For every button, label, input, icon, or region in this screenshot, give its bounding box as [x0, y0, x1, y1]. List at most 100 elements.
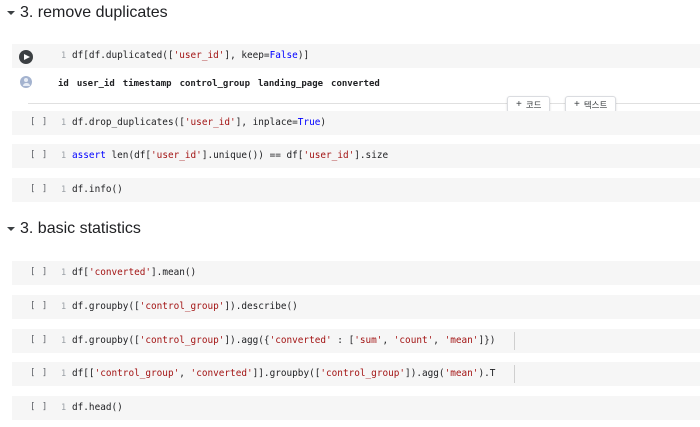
- column-header: control_group: [179, 79, 251, 89]
- code-token: df[: [72, 267, 89, 278]
- code-token: ): [320, 117, 327, 128]
- line-number: 1: [61, 185, 67, 195]
- code-string-token: 'control_group': [139, 301, 225, 312]
- code-string-token: 'user_id': [303, 150, 355, 161]
- cell-code[interactable]: df[df.duplicated(['user_id'], keep=False…: [72, 50, 309, 61]
- code-token: df.info(): [72, 184, 123, 195]
- section-heading-basic-statistics[interactable]: 3. basic statistics: [0, 220, 141, 238]
- add-text-label: 텍스트: [583, 99, 608, 110]
- code-string-token: 'sum': [354, 335, 383, 346]
- code-token: ].unique()) == df[: [201, 150, 304, 161]
- line-number: 1: [61, 369, 67, 379]
- code-string-token: 'control_group': [320, 368, 406, 379]
- code-token: len(df[: [105, 150, 152, 161]
- code-token: )]: [297, 50, 310, 61]
- column-header: user_id: [76, 79, 115, 89]
- code-token: ,: [382, 335, 394, 346]
- cell-code[interactable]: df.head(): [72, 402, 123, 413]
- code-string-token: 'mean': [444, 368, 479, 379]
- code-token: df[[: [72, 368, 95, 379]
- run-cell-icon[interactable]: [19, 50, 33, 64]
- code-cell[interactable]: [ ] 1 df['converted'].mean(): [12, 261, 700, 285]
- code-token: df[df.duplicated([: [72, 50, 174, 61]
- output-table-header: id user_id timestamp control_group landi…: [58, 79, 380, 89]
- code-token: df.groupby([: [72, 335, 140, 346]
- code-cell[interactable]: 1 df[df.duplicated(['user_id'], keep=Fal…: [12, 44, 700, 68]
- code-cell[interactable]: [ ] 1 assert len(df['user_id'].unique())…: [12, 144, 700, 168]
- code-string-token: 'control_group': [94, 368, 180, 379]
- code-string-token: 'count': [393, 335, 434, 346]
- section-title: 3. remove duplicates: [20, 4, 168, 21]
- line-number: 1: [61, 302, 67, 312]
- plus-icon: +: [516, 99, 522, 110]
- cell-code[interactable]: df.groupby(['control_group']).agg({'conv…: [72, 335, 495, 346]
- plus-icon: +: [574, 99, 580, 110]
- cell-run-prompt[interactable]: [ ]: [30, 184, 48, 194]
- cell-run-prompt[interactable]: [ ]: [30, 301, 48, 311]
- cell-code[interactable]: df['converted'].mean(): [72, 267, 196, 278]
- code-token: ,: [179, 368, 191, 379]
- line-number: 1: [61, 336, 67, 346]
- section-heading-remove-duplicates[interactable]: 3. remove duplicates: [0, 4, 168, 22]
- code-string-token: 'user_id': [184, 117, 236, 128]
- code-string-token: 'converted': [88, 267, 152, 278]
- code-string-token: 'user_id': [151, 150, 202, 161]
- section-title: 3. basic statistics: [20, 220, 141, 237]
- line-number: 1: [61, 51, 67, 61]
- code-keyword-token: False: [269, 50, 298, 61]
- cell-run-prompt[interactable]: [ ]: [30, 368, 48, 378]
- caret-down-icon[interactable]: [2, 220, 20, 238]
- code-cell[interactable]: [ ] 1 df[['control_group', 'converted']]…: [12, 362, 700, 386]
- code-string-token: 'mean': [444, 335, 479, 346]
- code-token: ].size: [354, 150, 389, 161]
- cell-run-prompt[interactable]: [ ]: [30, 117, 48, 127]
- output-avatar-icon: [20, 76, 32, 88]
- line-number: 1: [61, 118, 67, 128]
- column-header: converted: [331, 79, 380, 89]
- code-cell[interactable]: [ ] 1 df.groupby(['control_group']).desc…: [12, 295, 700, 319]
- cell-code[interactable]: df.drop_duplicates(['user_id'], inplace=…: [72, 117, 326, 128]
- code-token: ]].groupby([: [252, 368, 321, 379]
- code-cell[interactable]: [ ] 1 df.info(): [12, 178, 700, 202]
- code-token: df.drop_duplicates([: [72, 117, 185, 128]
- editor-ruler: [514, 332, 515, 350]
- code-string-token: 'control_group': [139, 335, 225, 346]
- code-token: ).T: [478, 368, 496, 379]
- code-keyword-token: True: [297, 117, 321, 128]
- add-code-label: 코드: [525, 99, 542, 110]
- cell-code[interactable]: df.info(): [72, 184, 123, 195]
- code-cell[interactable]: [ ] 1 df.drop_duplicates(['user_id'], in…: [12, 111, 700, 135]
- cell-run-prompt[interactable]: [ ]: [30, 335, 48, 345]
- line-number: 1: [61, 151, 67, 161]
- cell-run-prompt[interactable]: [ ]: [30, 150, 48, 160]
- column-header: timestamp: [122, 79, 172, 89]
- code-token: ]).describe(): [224, 301, 298, 312]
- column-header: landing_page: [258, 79, 324, 89]
- code-cell[interactable]: [ ] 1 df.groupby(['control_group']).agg(…: [12, 329, 700, 353]
- code-cell[interactable]: [ ] 1 df.head(): [12, 396, 700, 420]
- code-string-token: 'user_id': [173, 50, 225, 61]
- code-token: ]).agg({: [224, 335, 270, 346]
- code-token: ].mean(): [151, 267, 197, 278]
- cell-code[interactable]: df[['control_group', 'converted']].group…: [72, 368, 495, 379]
- code-token: ], inplace=: [235, 117, 298, 128]
- line-number: 1: [61, 403, 67, 413]
- cell-code[interactable]: assert len(df['user_id'].unique()) == df…: [72, 150, 388, 161]
- code-string-token: 'converted': [190, 368, 253, 379]
- code-token: : [: [331, 335, 355, 346]
- editor-ruler: [514, 365, 515, 383]
- cell-run-prompt[interactable]: [ ]: [30, 402, 48, 412]
- code-token: ,: [433, 335, 445, 346]
- code-token: df.head(): [72, 402, 123, 413]
- cell-code[interactable]: df.groupby(['control_group']).describe(): [72, 301, 298, 312]
- code-token: ], keep=: [224, 50, 270, 61]
- code-token: df.groupby([: [72, 301, 140, 312]
- code-string-token: 'converted': [269, 335, 332, 346]
- line-number: 1: [61, 268, 67, 278]
- code-keyword-token: assert: [72, 150, 106, 161]
- caret-down-icon[interactable]: [2, 4, 20, 22]
- column-header: id: [58, 79, 69, 89]
- code-token: ]}): [478, 335, 496, 346]
- cell-run-prompt[interactable]: [ ]: [30, 267, 48, 277]
- code-token: ]).agg(: [405, 368, 445, 379]
